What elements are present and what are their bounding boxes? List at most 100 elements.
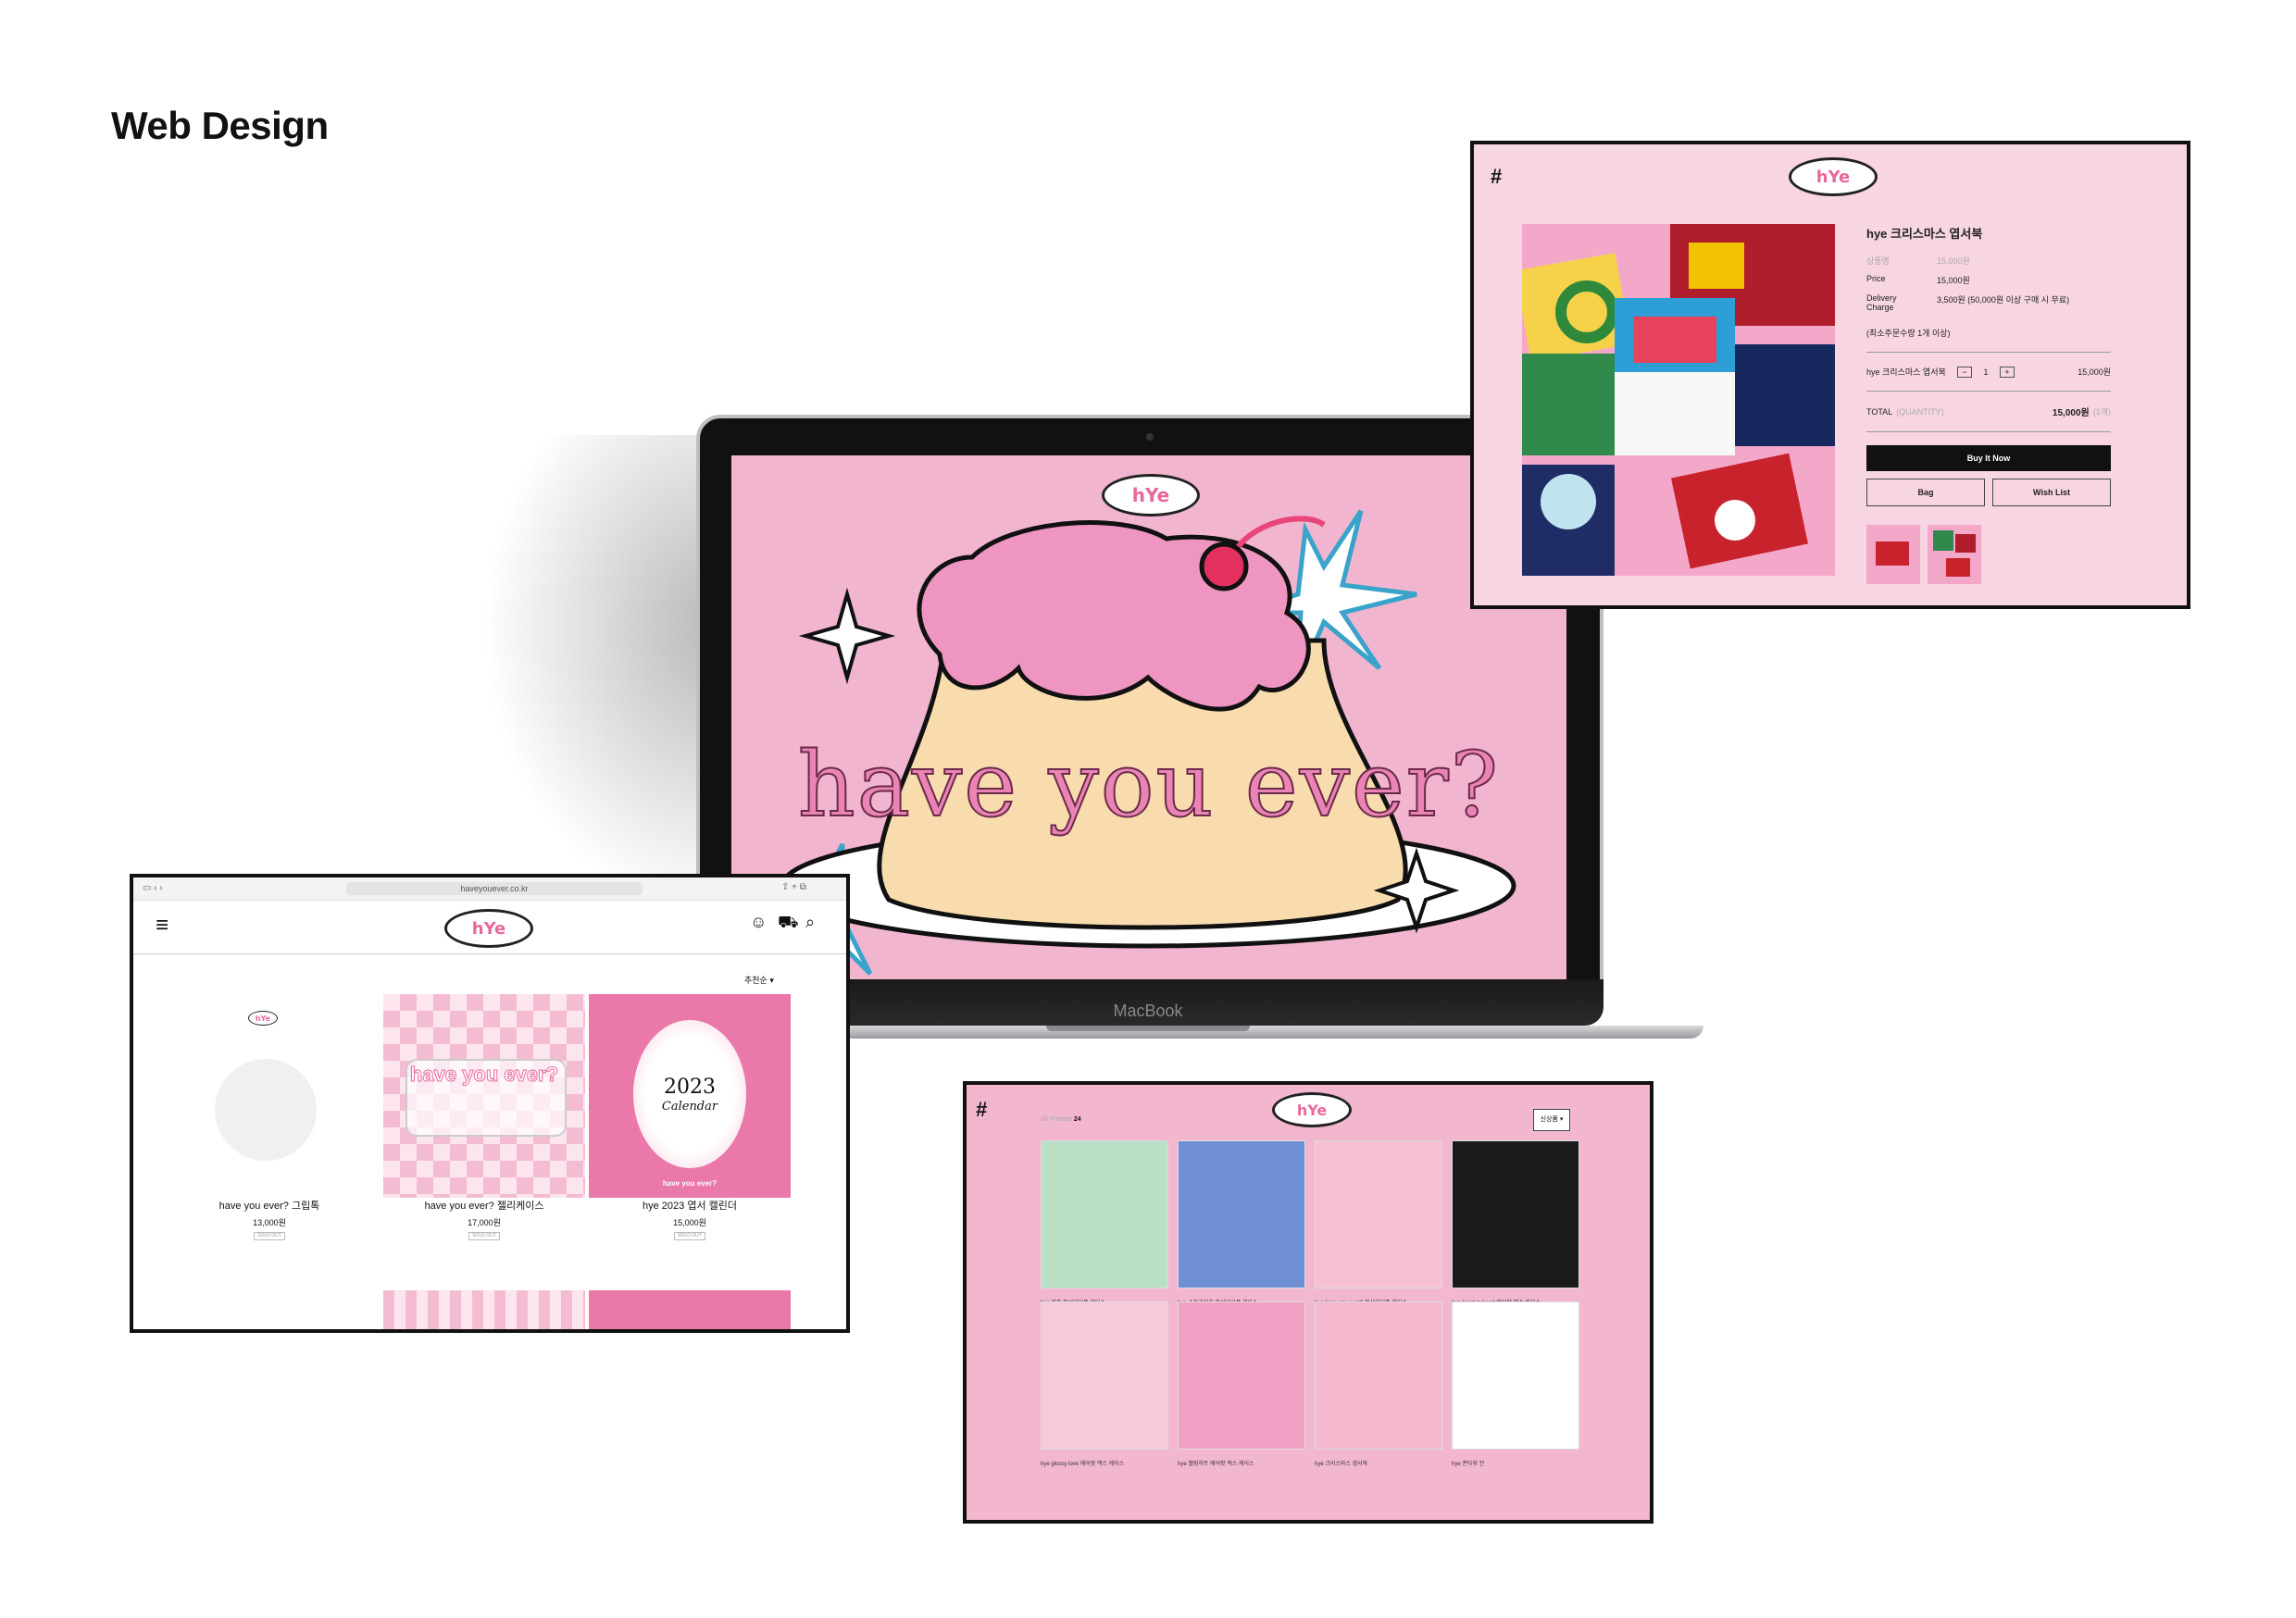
detail-logo[interactable]: hYe (1789, 157, 1878, 196)
laptop-screen: hYe have you ever? (731, 455, 1566, 979)
grid-product-image (1452, 1301, 1579, 1450)
grid-product-image (1315, 1301, 1442, 1450)
price-label: Price (1866, 274, 1886, 283)
cart-icon[interactable]: ⛟ (778, 913, 799, 935)
grid-product-card[interactable]: hye 스트라이프 무선이어폰 케이스20,000원20,000원 (1178, 1140, 1305, 1334)
sort-value: 추천순 (744, 976, 767, 985)
product-image (1522, 224, 1835, 576)
grid-product-card[interactable]: hye 비즐 무선이어폰 케이스20,000원20,000원 (1041, 1140, 1168, 1334)
grid-product-name: hye 폰타워 컨 (1452, 1462, 1485, 1467)
share-icon[interactable]: ⇪ + ⧉ (781, 882, 806, 892)
thumbnail-1[interactable] (1866, 525, 1920, 584)
grid-logo[interactable]: hYe (1272, 1092, 1352, 1127)
product-count: All Product 24 (1041, 1116, 1081, 1123)
count-value: 24 (1073, 1116, 1081, 1123)
product-image: have you ever? (383, 994, 585, 1198)
product-image: 2023 Calendar have you ever? (589, 994, 791, 1198)
total-count: (1개) (2092, 407, 2111, 417)
divider (1866, 431, 2111, 432)
griptok-image (215, 1059, 317, 1161)
grid-product-card[interactable]: hye 크리스마스 엽서북 (1315, 1301, 1442, 1467)
product-grid-panel: # hYe All Product 24 신상품 ▾ hye 비즐 무선이어폰 … (963, 1081, 1653, 1524)
grid-sort-select[interactable]: 신상품 ▾ (1533, 1109, 1570, 1131)
soldout-badge: SOLD OUT (468, 1232, 500, 1240)
product-card[interactable]: 2023 Calendar have you ever? hye 2023 엽서… (589, 994, 791, 1240)
product-card-partial[interactable] (589, 1290, 791, 1329)
product-price: 17,000원 (468, 1218, 501, 1227)
product-info: hye 크리스마스 엽서북 상품명 15,000원 Price 15,000원 De… (1866, 224, 2111, 584)
laptop-brand: MacBook (1113, 1002, 1183, 1020)
grid-list: hye 비즐 무선이어폰 케이스20,000원20,000원hye 스트라이프 … (1041, 1140, 1579, 1467)
grid-product-name: hye 젤링하트 에어팟 맥스 케이스 (1178, 1462, 1254, 1467)
calendar-year: 2023 (664, 1076, 716, 1099)
option-price: 15,000원 (2078, 367, 2111, 377)
grid-product-card[interactable]: hye glossy love 에어팟 맥스 케이스 (1041, 1301, 1168, 1467)
buy-now-button[interactable]: Buy It Now (1866, 445, 2111, 471)
divider (1866, 352, 2111, 353)
pudding-illustration (758, 509, 1516, 976)
bag-button[interactable]: Bag (1866, 479, 1985, 506)
grid-product-card[interactable]: hye 젤링하트 에어팟 맥스 케이스 (1178, 1301, 1305, 1467)
product-price: 15,000원 (673, 1218, 706, 1227)
calendar-footer: have you ever? (662, 1179, 718, 1188)
product-card[interactable]: have you ever? have you ever? 젤리케이스 17,0… (383, 994, 585, 1240)
camera-icon (1146, 433, 1154, 441)
grid-product-card[interactable]: hye heart in heart 에어팟 맥스 케이스23,000원23,0… (1452, 1140, 1579, 1334)
delivery-label: Delivery Charge (1866, 293, 1897, 312)
product-card-partial[interactable] (383, 1290, 585, 1329)
qty-value[interactable]: 1 (1979, 367, 1992, 377)
page-title: Web Design (111, 104, 329, 147)
sort-select[interactable]: 추천순 ▾ (744, 974, 774, 986)
laptop-notch (1046, 1026, 1250, 1031)
grid-product-image (1178, 1301, 1305, 1450)
price-value: 15,000원 (1937, 276, 1970, 285)
hash-icon: # (976, 1098, 988, 1121)
grid-product-image (1041, 1301, 1168, 1450)
qty-minus-button[interactable]: − (1957, 366, 1972, 378)
product-card[interactable]: hYe have you ever? 그립톡 13,000원 SOLD OUT (168, 994, 370, 1240)
thumbnail-list (1866, 525, 2111, 584)
product-image: hYe (168, 994, 370, 1198)
qty-plus-button[interactable]: + (2000, 366, 2015, 378)
grid-sort-value: 신상품 (1540, 1116, 1558, 1123)
orig-value: 15,000원 (1937, 256, 1970, 266)
menu-icon[interactable]: ≡ (156, 913, 168, 939)
grid-product-image (1452, 1140, 1579, 1288)
sparkle-icon (798, 587, 896, 685)
search-icon[interactable]: ⌕ (805, 913, 815, 932)
grid-product-card[interactable]: hye 폰타워 컨 (1452, 1301, 1579, 1467)
pudding-topping (917, 520, 1311, 712)
grid-items: hye 비즐 무선이어폰 케이스20,000원20,000원hye 스트라이프 … (1041, 1140, 1579, 1467)
user-icon[interactable]: ☺ (750, 913, 767, 932)
option-name: hye 크리스마스 엽서북 (1866, 367, 1946, 377)
cherry-icon (1199, 541, 1249, 591)
min-order-note: (최소주문수량 1개 이상) (1866, 329, 1951, 338)
total-qty: (QUANTITY) (1896, 406, 1944, 417)
calendar-word: Calendar (661, 1100, 718, 1114)
browser-window: ▭ ‹ › haveyouever.co.kr ⇪ + ⧉ ≡ hYe ☺ ⛟ … (130, 874, 850, 1333)
grid-product-card[interactable]: hye have you ever? 무선이어폰 케이스20,000원20,00… (1315, 1140, 1442, 1334)
product-name: have you ever? 젤리케이스 (424, 1201, 544, 1212)
site-logo[interactable]: hYe (444, 909, 533, 948)
wishlist-button[interactable]: Wish List (1992, 479, 2111, 506)
mini-logo-icon: hYe (248, 1011, 278, 1026)
delivery-value: 3,500원 (50,000원 이상 구매 시 무료) (1937, 295, 2070, 305)
secondary-buttons: Bag Wish List (1866, 479, 2111, 506)
soldout-badge: SOLD OUT (674, 1232, 705, 1240)
option-row: hye 크리스마스 엽서북 − 1 + 15,000원 (1866, 366, 2111, 378)
total-value: 15,000원 (2052, 408, 2090, 418)
hero-headline: have you ever? (797, 732, 1501, 838)
grid-product-name: hye glossy love 에어팟 맥스 케이스 (1041, 1462, 1125, 1467)
product-price: 13,000원 (253, 1218, 286, 1227)
count-label: All Product (1041, 1116, 1072, 1123)
thumbnail-2[interactable] (1928, 525, 1981, 584)
divider (1866, 391, 2111, 392)
soldout-badge: SOLD OUT (254, 1232, 285, 1240)
address-bar[interactable]: haveyouever.co.kr (346, 882, 643, 895)
sidebar-toggle-icon[interactable]: ▭ ‹ › (143, 883, 163, 893)
grid-product-name: hye 크리스마스 엽서북 (1315, 1462, 1368, 1467)
product-name: hye 2023 엽서 캘린더 (643, 1201, 737, 1212)
total-row: TOTAL (QUANTITY) 15,000원 (1개) (1866, 404, 2111, 419)
total-label: TOTAL (1866, 406, 1893, 417)
case-text: have you ever? (409, 1063, 559, 1087)
